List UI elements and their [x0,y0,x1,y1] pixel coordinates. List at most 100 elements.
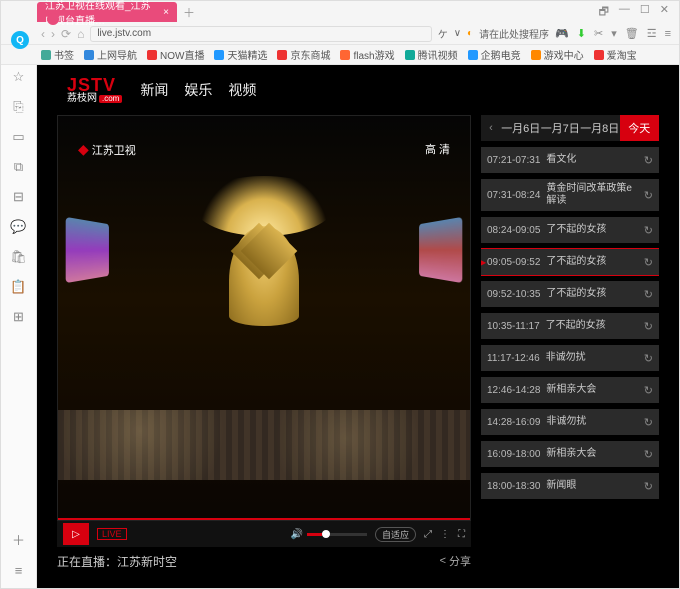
bookmark-item[interactable]: NOW直播 [147,47,204,62]
logo-cn: 荔枝网 [67,94,97,104]
sidebar-icon[interactable]: ⧉ [14,159,23,175]
menu-icon[interactable]: ⋮ [440,529,450,540]
sidebar-icon[interactable]: 🛍 [10,249,27,265]
bookmark-item[interactable]: 腾讯视频 [405,47,458,62]
reload-button[interactable]: ⟳ [61,27,71,41]
sidebar-icon[interactable]: 💬 [10,219,26,235]
bookmark-item[interactable]: 游戏中心 [531,47,584,62]
bookmark-item[interactable]: 京东商城 [277,47,330,62]
bookmark-item[interactable]: 上网导航 [84,47,137,62]
date-tab-today[interactable]: 今天 [620,115,660,141]
program-item[interactable]: 11:17-12:46非诚勿扰↻ [481,345,659,371]
replay-icon[interactable]: ↻ [644,448,653,461]
video-area[interactable]: ◆江苏卫视 高 清 [57,115,471,521]
program-item[interactable]: 09:52-10:35了不起的女孩↻ [481,281,659,307]
bookmark-item[interactable]: 书签 [41,47,74,62]
replay-icon[interactable]: ↻ [644,224,653,237]
replay-icon[interactable]: ↻ [644,154,653,167]
compat-icon[interactable]: ケ [438,26,448,41]
maximize-button[interactable]: ☐ [640,3,650,22]
sidebar-icon[interactable]: ▭ [12,129,24,145]
tab-close-icon[interactable]: × [163,7,169,18]
program-title: 非诚勿扰 [546,416,637,428]
nav-link[interactable]: 视频 [228,80,256,100]
toolbar-hint: 请在此处搜程序 [479,26,549,41]
pip-icon[interactable]: ☲ [647,27,657,40]
bookmark-item[interactable]: 企鹅电竞 [468,47,521,62]
volume-slider[interactable] [307,533,367,536]
program-time: 18:00-18:30 [487,481,540,492]
bookmark-item[interactable]: flash游戏 [340,47,394,62]
program-item[interactable]: 07:31-08:24黄金时间改革政策e解读↻ [481,179,659,211]
sidebar-icon[interactable]: 📋 [10,279,26,295]
download-icon[interactable]: ⬇ [577,27,586,40]
forward-button[interactable]: › [51,27,55,41]
playing-indicator-icon: ▶ [481,255,486,269]
expand-icon[interactable]: ⤢ [424,529,432,540]
scissors-icon[interactable]: ✂ [594,27,603,40]
program-item[interactable]: 14:28-16:09非诚勿扰↻ [481,409,659,435]
program-item[interactable]: 10:35-11:17了不起的女孩↻ [481,313,659,339]
sidebar-icon[interactable]: ≡ [15,563,23,578]
window-icon[interactable]: 🗗 [599,3,609,22]
sidebar-icon[interactable]: ⊞ [13,309,24,325]
replay-icon[interactable]: ↻ [644,352,653,365]
bookmark-item[interactable]: 爱淘宝 [594,47,637,62]
site-logo[interactable]: JSTV 荔枝网.com [67,76,122,104]
nav-link[interactable]: 新闻 [140,80,168,100]
replay-icon[interactable]: ↻ [644,320,653,333]
program-item[interactable]: 08:24-09:05了不起的女孩↻ [481,217,659,243]
program-title: 新闻眼 [546,480,637,492]
url-input[interactable]: live.jstv.com [90,26,431,42]
sidebar-icon[interactable]: ⎘ [13,99,23,115]
replay-icon[interactable]: ↻ [644,256,653,269]
search-engine-icon[interactable]: ◐ [467,28,473,39]
date-prev-button[interactable]: ‹ [481,122,501,134]
program-item[interactable]: 16:09-18:00新相亲大会↻ [481,441,659,467]
date-tab[interactable]: 一月8日 [580,120,620,136]
window-controls: 🗗 — ☐ ✕ [599,3,669,22]
play-button[interactable]: ▷ [63,523,89,545]
fullscreen-icon[interactable]: ⛶ [458,529,465,540]
new-tab-button[interactable]: ＋ [183,4,195,21]
channel-watermark: ◆江苏卫视 [78,141,136,158]
minimize-button[interactable]: — [619,3,630,22]
close-button[interactable]: ✕ [660,3,669,22]
bookmark-icon [468,50,478,60]
browser-avatar-icon[interactable] [47,13,59,25]
stage-screen-left [66,217,109,283]
more-icon[interactable]: ≡ [665,28,671,40]
sidebar-icon[interactable]: ⊟ [13,189,24,205]
qq-browser-icon[interactable]: Q [11,31,29,49]
program-item[interactable]: 07:21-07:31看文化↻ [481,147,659,173]
program-item[interactable]: ▶09:05-09:52了不起的女孩↻ [481,249,659,275]
bookmark-icon [340,50,350,60]
sidebar-icon[interactable]: ＋ [12,530,25,549]
volume-control[interactable]: 🔊 [291,529,367,540]
program-item[interactable]: 12:46-14:28新相亲大会↻ [481,377,659,403]
replay-icon[interactable]: ↻ [644,288,653,301]
now-playing-bar: 正在直播：江苏新时空 <分享 [57,547,471,575]
nav-link[interactable]: 娱乐 [184,80,212,100]
bookmark-item[interactable]: 天猫精选 [214,47,267,62]
translate-icon[interactable]: ▾ [611,27,617,40]
home-button[interactable]: ⌂ [77,27,84,41]
volume-icon[interactable]: 🔊 [291,529,303,540]
share-button[interactable]: <分享 [440,553,471,569]
replay-icon[interactable]: ↻ [644,384,653,397]
date-tab[interactable]: 一月6日 [501,120,541,136]
replay-icon[interactable]: ↻ [644,480,653,493]
restore-icon[interactable]: 🗑 [625,27,639,40]
bookmark-label: 京东商城 [290,47,330,62]
back-button[interactable]: ‹ [41,27,45,41]
quality-button[interactable]: 自适应 [375,527,416,542]
replay-icon[interactable]: ↻ [644,189,653,202]
program-list[interactable]: 07:21-07:31看文化↻ 07:31-08:24黄金时间改革政策e解读↻ 08… [481,141,659,575]
replay-icon[interactable]: ↻ [644,416,653,429]
program-time: 09:52-10:35 [487,289,540,300]
program-item[interactable]: 18:00-18:30 新闻眼 ↻ [481,473,659,499]
live-badge: LIVE [97,528,127,540]
game-icon[interactable]: 🎮 [555,27,569,40]
sidebar-icon[interactable]: ☆ [13,69,25,85]
date-tab[interactable]: 一月7日 [541,120,581,136]
